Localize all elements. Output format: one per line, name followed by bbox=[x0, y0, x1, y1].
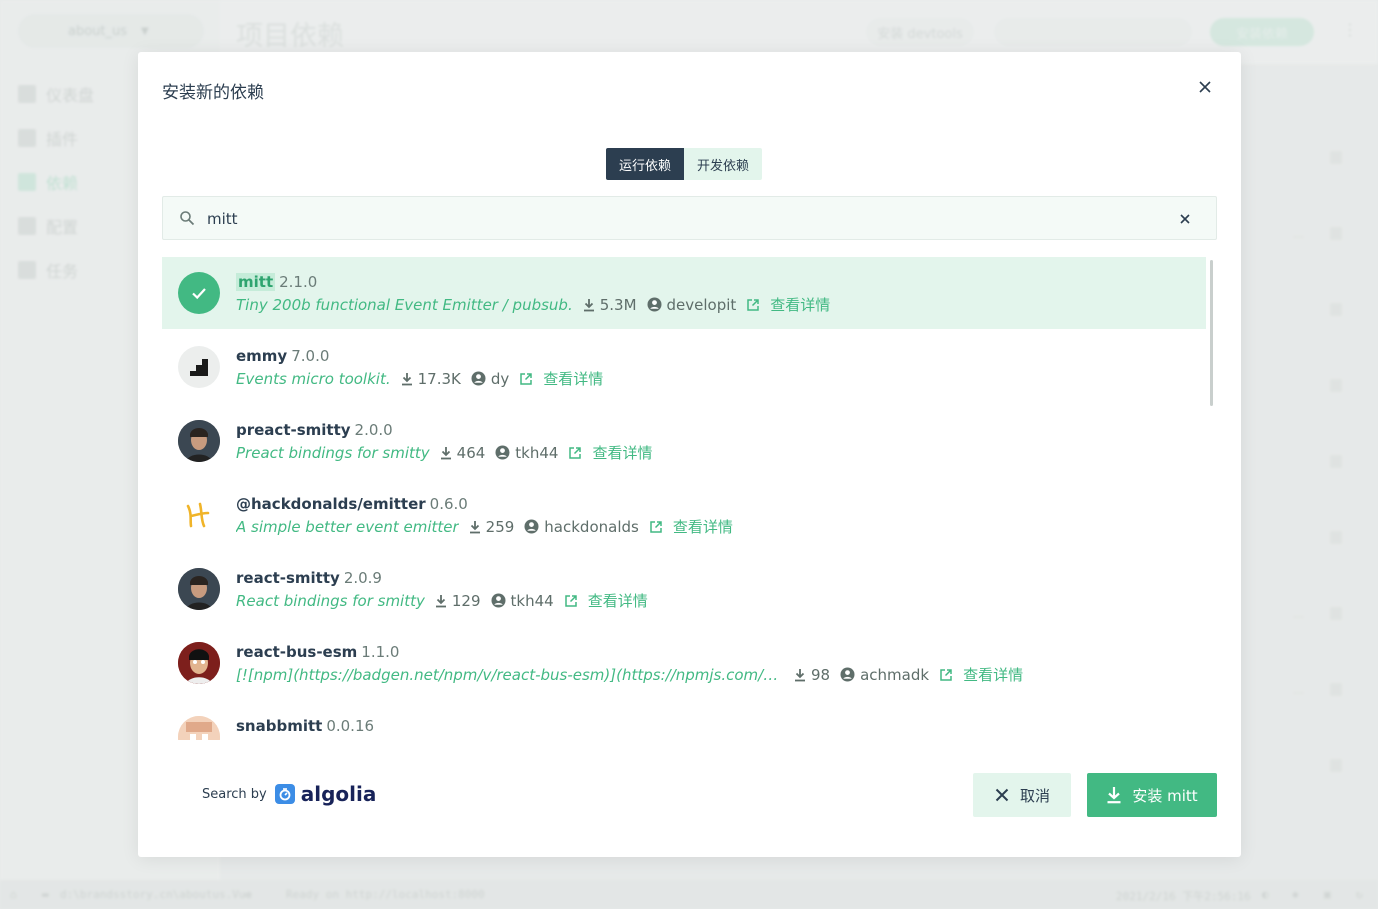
install-package-button[interactable]: 安装 mitt bbox=[1087, 773, 1217, 817]
download-icon bbox=[401, 372, 412, 385]
search-icon bbox=[179, 210, 195, 230]
package-avatar bbox=[178, 494, 220, 536]
algolia-attribution[interactable]: Search by algolia bbox=[202, 782, 376, 806]
list-item[interactable]: snabbmitt 0.0.16 bbox=[162, 701, 1206, 740]
external-link-icon bbox=[650, 520, 662, 533]
package-version: 0.6.0 bbox=[429, 495, 468, 513]
package-version: 2.0.0 bbox=[354, 421, 393, 439]
search-by-label: Search by bbox=[202, 786, 267, 802]
tab-dev-dependencies[interactable]: 开发依赖 bbox=[684, 148, 763, 180]
package-description: Tiny 200b functional Event Emitter / pub… bbox=[236, 295, 573, 314]
user-icon bbox=[495, 445, 510, 460]
author-name: developit bbox=[666, 295, 737, 314]
package-version: 2.1.0 bbox=[279, 273, 318, 291]
package-description: A simple better event emitter bbox=[236, 517, 459, 536]
view-details-label: 查看详情 bbox=[543, 370, 604, 388]
package-name: react-bus-esm bbox=[236, 643, 358, 661]
author-name: achmadk bbox=[860, 665, 930, 684]
package-version: 7.0.0 bbox=[291, 347, 330, 365]
view-details-label: 查看详情 bbox=[770, 296, 831, 314]
package-version: 0.0.16 bbox=[326, 717, 375, 735]
algolia-logo-icon bbox=[274, 784, 295, 804]
close-icon bbox=[995, 788, 1009, 802]
view-details-label: 查看详情 bbox=[963, 666, 1024, 684]
view-details-link[interactable]: 查看详情 bbox=[564, 590, 648, 611]
tab-runtime-dependencies[interactable]: 运行依赖 bbox=[606, 148, 685, 180]
view-details-link[interactable]: 查看详情 bbox=[568, 442, 652, 463]
view-details-label: 查看详情 bbox=[592, 444, 653, 462]
author-name: tkh44 bbox=[515, 443, 559, 462]
external-link-icon bbox=[569, 446, 582, 459]
download-icon bbox=[1107, 787, 1121, 804]
package-search-input[interactable] bbox=[207, 207, 1147, 231]
install-dependency-modal: 安装新的依赖 运行依赖 开发依赖 mitt2.1.0 Tiny 200b fun… bbox=[138, 52, 1241, 857]
user-icon bbox=[647, 297, 662, 312]
install-label: 安装 mitt bbox=[1132, 786, 1198, 805]
list-item[interactable]: emmy 7.0.0 Events micro toolkit. 17.3K dy… bbox=[162, 331, 1206, 403]
download-icon bbox=[583, 298, 594, 311]
view-details-label: 查看详情 bbox=[672, 518, 733, 536]
user-icon bbox=[840, 667, 855, 682]
package-avatar bbox=[178, 568, 220, 610]
cancel-button[interactable]: 取消 bbox=[973, 773, 1071, 817]
clear-search-icon[interactable] bbox=[1178, 211, 1192, 230]
package-description: Preact bindings for smitty bbox=[236, 443, 430, 462]
results-scrollbar[interactable] bbox=[1210, 260, 1213, 406]
list-item[interactable]: preact-smitty 2.0.0 Preact bindings for s… bbox=[162, 405, 1206, 477]
external-link-icon bbox=[520, 372, 533, 385]
list-item[interactable]: @hackdonalds/emitter 0.6.0 A simple bette… bbox=[162, 479, 1206, 551]
download-icon bbox=[435, 594, 446, 607]
download-count: 5.3M bbox=[599, 295, 637, 314]
download-count: 17.3K bbox=[417, 369, 461, 388]
view-details-link[interactable]: 查看详情 bbox=[939, 664, 1023, 685]
download-icon bbox=[440, 446, 451, 459]
package-name: preact-smitty bbox=[236, 421, 351, 439]
package-version: 1.1.0 bbox=[361, 643, 400, 661]
author-name: tkh44 bbox=[510, 591, 554, 610]
selected-check-icon bbox=[178, 272, 220, 314]
package-name: emmy bbox=[236, 347, 288, 365]
author-name: hackdonalds bbox=[544, 517, 639, 536]
view-details-link[interactable]: 查看详情 bbox=[649, 516, 733, 537]
package-version: 2.0.9 bbox=[343, 569, 382, 587]
author-name: dy bbox=[490, 369, 510, 388]
download-count: 98 bbox=[811, 665, 831, 684]
package-description: [![npm](https://badgen.net/npm/v/react-b… bbox=[236, 665, 784, 684]
package-name: snabbmitt bbox=[236, 717, 323, 735]
algolia-wordmark: algolia bbox=[300, 782, 377, 806]
download-icon bbox=[469, 520, 480, 533]
package-description: React bindings for smitty bbox=[236, 591, 425, 610]
package-avatar bbox=[178, 346, 220, 388]
view-details-label: 查看详情 bbox=[587, 592, 648, 610]
list-item[interactable]: mitt 2.1.0 Tiny 200b functional Event Emi… bbox=[162, 257, 1206, 329]
package-avatar bbox=[178, 642, 220, 684]
view-details-link[interactable]: 查看详情 bbox=[746, 294, 830, 315]
user-icon bbox=[491, 593, 506, 608]
package-avatar bbox=[178, 716, 220, 740]
view-details-link[interactable]: 查看详情 bbox=[519, 368, 603, 389]
download-count: 259 bbox=[485, 517, 515, 536]
package-description: Events micro toolkit. bbox=[236, 369, 391, 388]
download-count: 129 bbox=[451, 591, 481, 610]
dependency-type-tabs: 运行依赖 开发依赖 bbox=[606, 148, 763, 180]
package-avatar bbox=[178, 420, 220, 462]
package-search-box bbox=[162, 196, 1217, 240]
search-results-list[interactable]: mitt 2.1.0 Tiny 200b functional Event Emi… bbox=[162, 257, 1218, 740]
external-link-icon bbox=[940, 668, 952, 681]
package-name: mitt bbox=[236, 273, 276, 291]
package-name: react-smitty bbox=[236, 569, 340, 587]
package-name: @hackdonalds/emitter bbox=[236, 495, 426, 513]
download-icon bbox=[795, 668, 805, 681]
close-icon[interactable] bbox=[1196, 78, 1214, 96]
user-icon bbox=[524, 519, 539, 534]
user-icon bbox=[471, 371, 486, 386]
external-link-icon bbox=[564, 594, 577, 607]
cancel-label: 取消 bbox=[1019, 786, 1050, 805]
modal-title: 安装新的依赖 bbox=[162, 83, 264, 103]
download-count: 464 bbox=[456, 443, 486, 462]
external-link-icon bbox=[747, 298, 760, 311]
list-item[interactable]: react-bus-esm 1.1.0 [![npm](https://badge… bbox=[162, 627, 1206, 699]
list-item[interactable]: react-smitty 2.0.9 React bindings for smi… bbox=[162, 553, 1206, 625]
